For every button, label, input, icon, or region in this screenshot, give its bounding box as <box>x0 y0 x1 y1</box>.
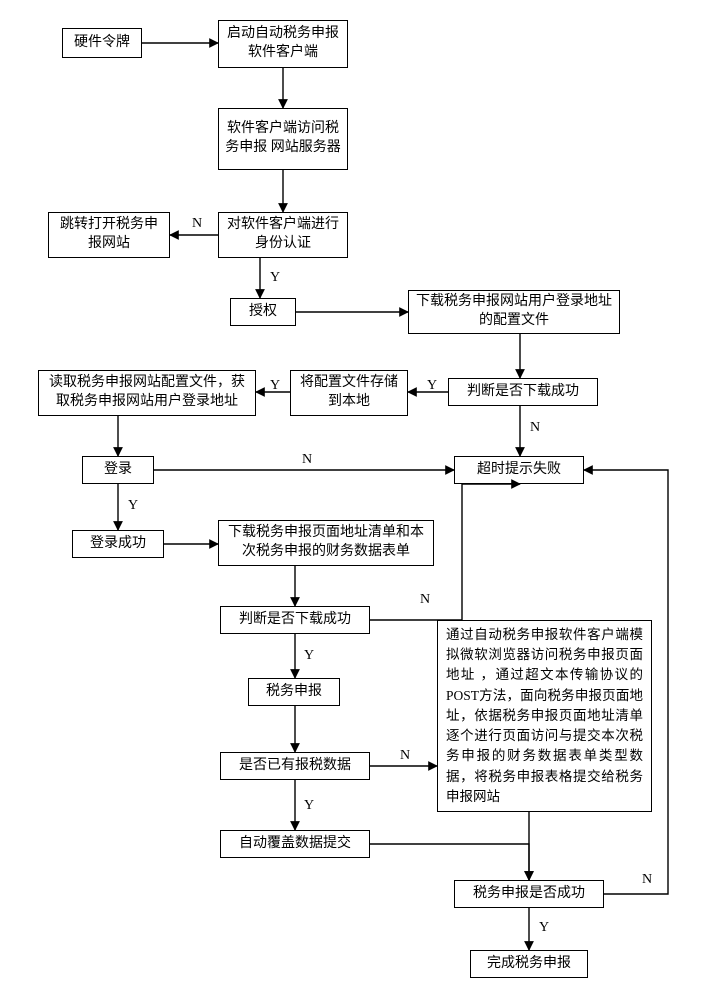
lbl-login-y: Y <box>126 498 140 514</box>
node-tax-ok: 税务申报是否成功 <box>454 880 604 908</box>
lbl-dl1-n: N <box>528 420 542 436</box>
lbl-auth-y: Y <box>268 270 282 286</box>
node-access-server: 软件客户端访问税务申报 网站服务器 <box>218 108 348 170</box>
node-login-ok: 登录成功 <box>72 530 164 558</box>
lbl-has-y: Y <box>302 798 316 814</box>
node-timeout-fail: 超时提示失败 <box>454 456 584 484</box>
node-save-local: 将配置文件存储到本地 <box>290 370 408 416</box>
node-long-desc: 通过自动税务申报软件客户端模拟微软浏览器访问税务申报页面地址 ，通过超文本传输协… <box>437 620 652 812</box>
lbl-cfg-y: Y <box>268 378 282 394</box>
node-dl-config: 下载税务申报网站用户登录地址的配置文件 <box>408 290 620 334</box>
lbl-has-n: N <box>398 748 412 764</box>
node-dl-forms: 下载税务申报页面地址清单和本次税务申报的财务数据表单 <box>218 520 434 566</box>
node-judge-dl2: 判断是否下载成功 <box>220 606 370 634</box>
lbl-taxok-n: N <box>640 872 654 888</box>
lbl-auth-n: N <box>190 216 204 232</box>
lbl-taxok-y: Y <box>537 920 551 936</box>
lbl-dl2-n: N <box>418 592 432 608</box>
node-done: 完成税务申报 <box>470 950 588 978</box>
lbl-dl1-y: Y <box>425 378 439 394</box>
node-tax-declare: 税务申报 <box>248 678 340 706</box>
node-hw-token: 硬件令牌 <box>62 28 142 58</box>
node-auto-submit: 自动覆盖数据提交 <box>220 830 370 858</box>
node-has-data: 是否已有报税数据 <box>220 752 370 780</box>
node-auth-client: 对软件客户端进行身份认证 <box>218 212 348 258</box>
node-open-site: 跳转打开税务申报网站 <box>48 212 170 258</box>
lbl-dl2-y: Y <box>302 648 316 664</box>
node-read-config: 读取税务申报网站配置文件，获取税务申报网站用户登录地址 <box>38 370 256 416</box>
lbl-login-n: N <box>300 452 314 468</box>
node-judge-dl1: 判断是否下载成功 <box>448 378 598 406</box>
node-start-client: 启动自动税务申报软件客户端 <box>218 20 348 68</box>
node-authorize: 授权 <box>230 298 296 326</box>
node-login: 登录 <box>82 456 154 484</box>
